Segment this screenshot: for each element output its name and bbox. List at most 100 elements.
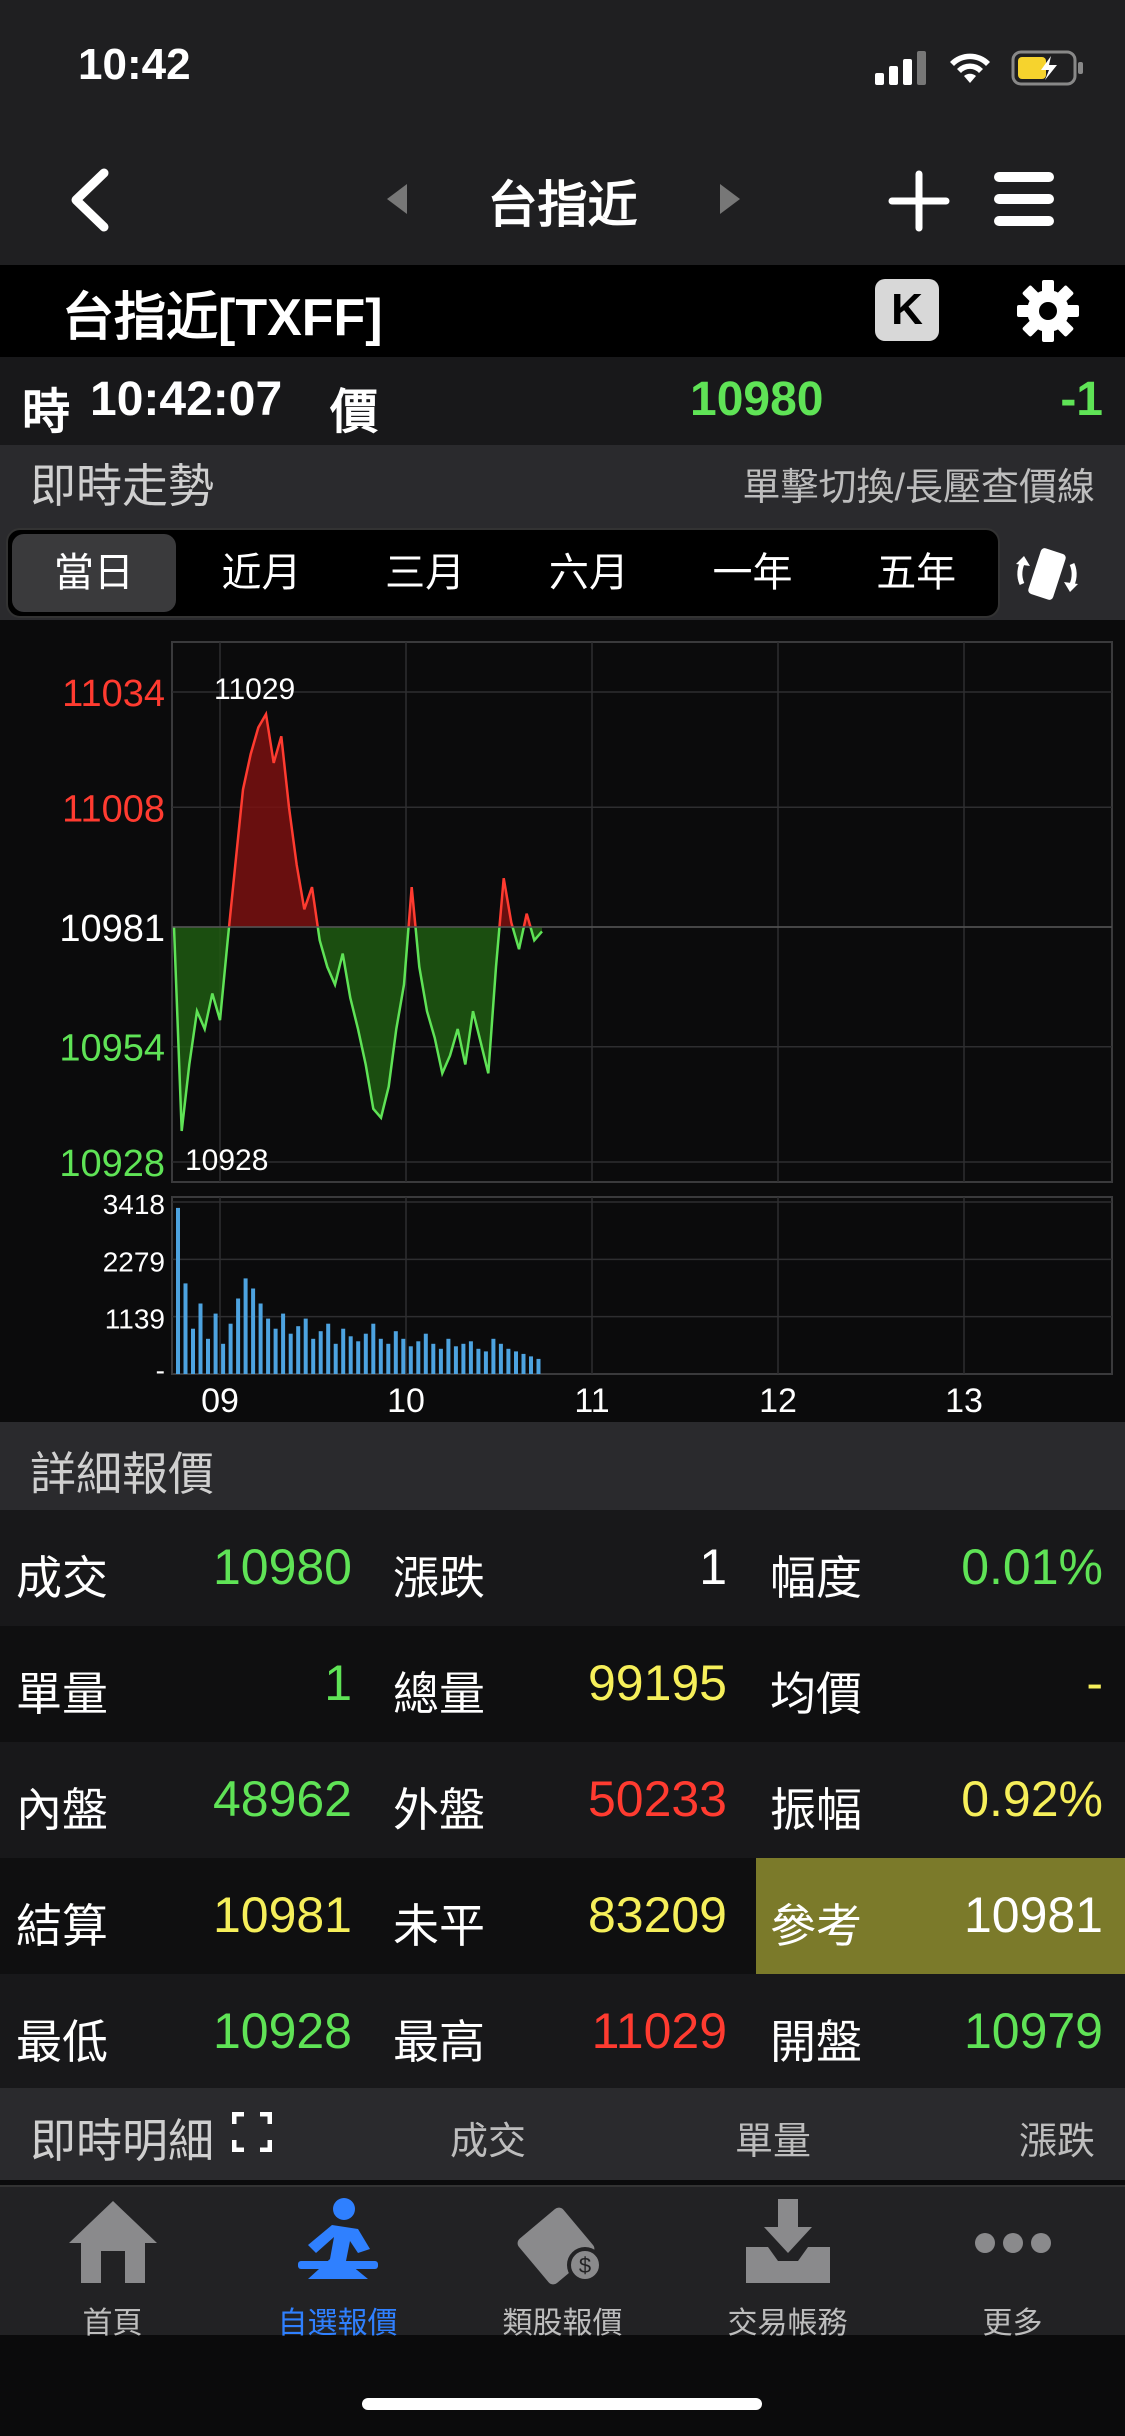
detail-label-total-volume: 總量	[393, 1668, 485, 1720]
detail-value-open: 10979	[963, 2003, 1103, 2059]
inbox-download-icon	[745, 2199, 830, 2283]
detail-label-unit-qty: 單量	[16, 1668, 108, 1720]
home-icon	[68, 2201, 157, 2283]
menu-icon[interactable]	[992, 168, 1056, 230]
quote-price: 10980	[690, 373, 824, 426]
quote-time-label: 時	[22, 386, 71, 439]
battery-icon	[1011, 50, 1083, 86]
bottom-tab-watchlist[interactable]: 自選報價	[225, 2195, 450, 2342]
expand-icon[interactable]	[232, 2112, 272, 2152]
volume-bar	[468, 1341, 473, 1374]
volume-bar	[408, 1346, 413, 1374]
tab-1m[interactable]: 近月	[180, 530, 344, 616]
tab-1y[interactable]: 一年	[671, 530, 835, 616]
detail-row	[0, 1742, 1125, 1858]
add-icon[interactable]	[888, 170, 950, 232]
volume-bar	[236, 1298, 241, 1374]
detail-label-open: 開盤	[770, 2016, 862, 2068]
trend-hint: 單擊切換/長壓查價線	[742, 467, 1095, 509]
detail-value-reference: 10981	[963, 1887, 1103, 1943]
tab-day[interactable]: 當日	[12, 534, 176, 612]
status-time: 10:42	[78, 40, 191, 89]
volume-bar	[228, 1323, 233, 1374]
volume-bar	[506, 1348, 511, 1374]
settings-gear-icon[interactable]	[1015, 278, 1081, 344]
bottom-tab-watchlist-label: 自選報價	[277, 2307, 398, 2340]
volume-bar	[386, 1343, 391, 1374]
bottom-tab-sector[interactable]: $ 類股報價	[450, 2195, 675, 2342]
volume-axis-label: 2279	[103, 1246, 165, 1277]
volume-bar	[273, 1328, 278, 1374]
detail-row	[0, 1510, 1125, 1626]
detail-value-amplitude: 0.92%	[961, 1771, 1103, 1827]
tab-3m[interactable]: 三月	[343, 530, 507, 616]
volume-bar	[529, 1356, 533, 1374]
next-symbol-icon[interactable]	[718, 182, 742, 216]
symbol-title: 台指近[TXFF]	[62, 289, 383, 347]
volume-bar	[198, 1303, 203, 1374]
volume-bar	[258, 1303, 263, 1374]
bottom-tab-sector-label: 類股報價	[502, 2307, 623, 2340]
volume-bar	[521, 1353, 526, 1374]
volume-bar	[416, 1341, 421, 1374]
bottom-tab-more[interactable]: 更多	[900, 2195, 1125, 2342]
volume-bar	[213, 1313, 218, 1374]
detail-value-high: 11029	[591, 2003, 727, 2059]
detail-label-high: 最高	[393, 2016, 485, 2068]
tab-6m[interactable]: 六月	[507, 530, 671, 616]
volume-bar	[514, 1351, 518, 1374]
detail-row	[0, 1974, 1125, 2090]
detail-label-settle: 結算	[16, 1900, 108, 1952]
volume-bar	[221, 1343, 226, 1374]
detail-label-inner: 內盤	[16, 1784, 108, 1836]
volume-bar	[206, 1338, 210, 1374]
bottom-tab-trade[interactable]: 交易帳務	[675, 2195, 900, 2342]
detail-value-change: 1	[699, 1539, 727, 1595]
svg-text:$: $	[578, 2253, 590, 2278]
low-label: 10928	[185, 1144, 268, 1177]
status-icons	[875, 48, 1085, 88]
volume-bar	[333, 1343, 338, 1374]
price-axis-label: 11008	[62, 788, 165, 830]
rotate-screen-icon[interactable]	[1012, 544, 1082, 604]
x-axis-label: 12	[759, 1382, 797, 1420]
volume-bar	[176, 1207, 180, 1374]
volume-bar	[191, 1328, 195, 1374]
price-axis-label: 11034	[62, 673, 165, 715]
volume-bar	[311, 1338, 316, 1374]
detail-value-range-pct: 0.01%	[961, 1539, 1103, 1595]
detail-label-outer: 外盤	[393, 1784, 485, 1836]
detail-label-low: 最低	[16, 2016, 108, 2068]
signal-icon	[875, 51, 926, 85]
volume-axis-label: 3418	[103, 1189, 165, 1220]
detail-value-trade: 10980	[212, 1539, 352, 1595]
volume-bar	[303, 1318, 308, 1374]
volume-bar	[393, 1331, 398, 1374]
detail-value-open-interest: 83209	[587, 1887, 727, 1943]
bottom-tab-home[interactable]: 首頁	[0, 2195, 225, 2342]
volume-bar	[363, 1333, 368, 1374]
volume-axis-label: 1139	[105, 1304, 165, 1335]
quote-price-label: 價	[330, 386, 379, 439]
tab-5y[interactable]: 五年	[834, 530, 998, 616]
volume-bar	[476, 1348, 481, 1374]
k-chart-button[interactable]: K	[875, 279, 939, 341]
volume-bar	[401, 1338, 406, 1374]
price-axis-label: 10981	[59, 908, 165, 950]
quote-change: -1	[1060, 373, 1103, 426]
volume-bar	[536, 1358, 541, 1374]
x-axis-label: 11	[574, 1382, 609, 1420]
col-qty: 單量	[735, 2121, 812, 2163]
detail-label-change: 漲跌	[393, 1552, 485, 1604]
volume-bar	[483, 1351, 488, 1374]
volume-bar	[341, 1328, 346, 1374]
volume-bars	[176, 1207, 541, 1374]
volume-bar	[491, 1338, 496, 1374]
detail-label-open-interest: 未平	[393, 1900, 485, 1952]
bottom-tab-home-label: 首頁	[82, 2307, 143, 2340]
range-tabs: 當日 近月 三月 六月 一年 五年	[6, 528, 1000, 618]
volume-bar	[438, 1348, 443, 1374]
intraday-chart[interactable]: 11029 10928 11034 11008 10981 10954 10928 341…	[0, 622, 1125, 1422]
volume-bar	[431, 1343, 436, 1374]
volume-bar	[318, 1331, 323, 1374]
